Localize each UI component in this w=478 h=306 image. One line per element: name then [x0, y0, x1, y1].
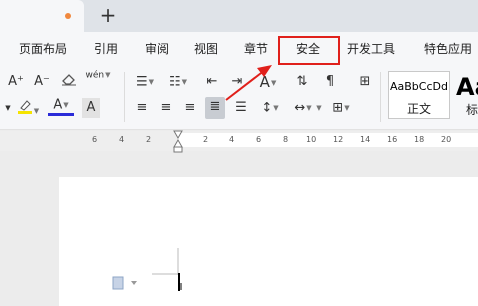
text-cursor-icon [178, 273, 182, 291]
red-pointer-arrow-icon [225, 65, 272, 101]
overlay-graphics [112, 65, 272, 291]
indent-marker-icon [173, 130, 183, 153]
paragraph-format-icon [112, 276, 137, 290]
margin-corner-marks-icon [152, 248, 179, 275]
